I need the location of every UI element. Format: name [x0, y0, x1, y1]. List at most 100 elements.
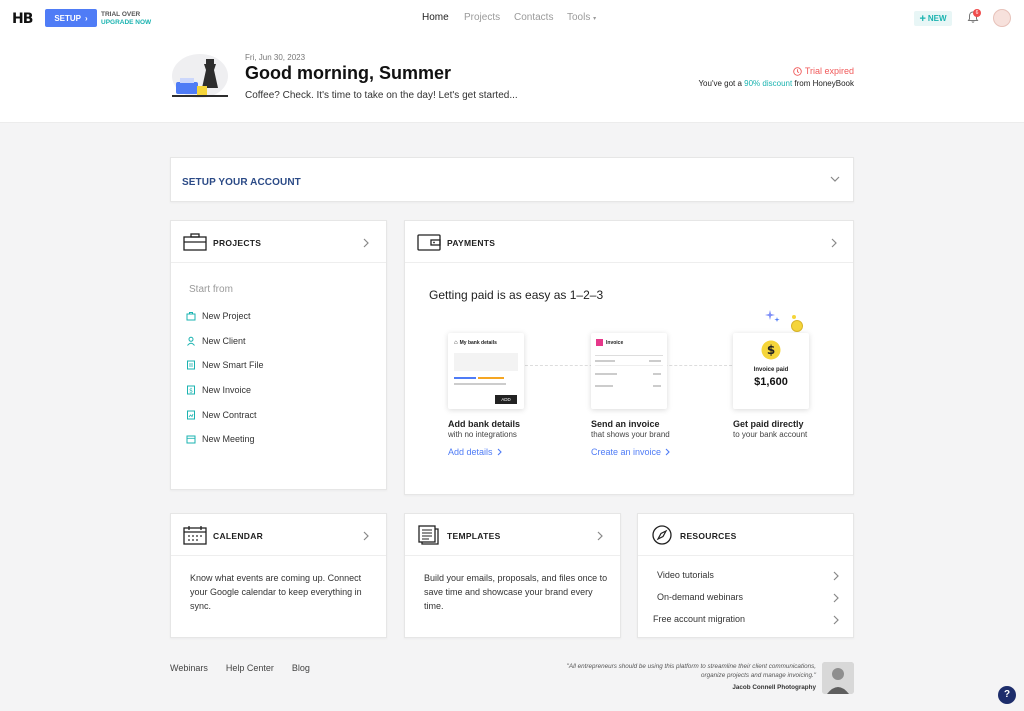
greeting-title: Good morning, Summer — [245, 63, 452, 83]
notification-badge: 6 — [973, 9, 981, 17]
chevron-right-icon — [833, 593, 839, 603]
paid-step-title: Get paid directly — [733, 419, 804, 429]
new-meeting-item[interactable]: New Meeting — [186, 432, 255, 446]
new-client-item[interactable]: New Client — [186, 334, 246, 348]
projects-title: PROJECTS — [213, 238, 262, 248]
invoice-paid-preview: $ Invoice paid $1,600 — [733, 333, 809, 409]
calendar-description: Know what events are coming up. Connect … — [190, 573, 362, 611]
trial-expired-link[interactable]: Trial expired — [793, 66, 854, 76]
user-avatar[interactable] — [993, 9, 1011, 27]
greeting-banner: Fri, Jun 30, 2023 Good morning, Summer C… — [0, 36, 1024, 123]
video-tutorials-link[interactable]: Video tutorials — [638, 570, 853, 584]
payment-step-paid: $ Invoice paid $1,600 Get paid directly … — [733, 310, 853, 439]
create-invoice-link[interactable]: Create an invoice — [591, 447, 711, 457]
resources-card: RESOURCES Video tutorials On-demand webi… — [637, 513, 854, 638]
invoice-card-title: Invoice — [606, 340, 624, 346]
caret-down-icon: ▾ — [593, 16, 597, 22]
new-smart-file-label: New Smart File — [202, 360, 264, 370]
project-icon — [186, 312, 196, 321]
chevron-right-icon — [833, 615, 839, 625]
payments-headline: Getting paid is as easy as 1–2–3 — [429, 288, 604, 302]
bank-icon: ⌂ — [454, 340, 458, 346]
trial-expired-text: Trial expired — [804, 66, 854, 76]
invoice-preview: Invoice — [591, 333, 667, 409]
bank-card-title: My bank details — [459, 340, 497, 346]
new-button[interactable]: + NEW — [914, 11, 952, 26]
top-nav: HB SETUP › TRIAL OVER UPGRADE NOW Home P… — [0, 0, 1024, 36]
templates-card-header[interactable]: TEMPLATES — [405, 514, 620, 556]
footer-links: Webinars Help Center Blog — [170, 663, 328, 673]
honeybook-logo[interactable]: HB — [12, 11, 33, 27]
chevron-right-icon[interactable] — [831, 238, 837, 248]
chevron-down-icon[interactable] — [830, 176, 840, 183]
new-smart-file-item[interactable]: New Smart File — [186, 358, 264, 372]
meeting-icon — [186, 435, 196, 444]
current-date: Fri, Jun 30, 2023 — [245, 53, 306, 62]
footer-blog-link[interactable]: Blog — [292, 663, 310, 673]
invoice-step-title: Send an invoice — [591, 419, 660, 429]
footer-webinars-link[interactable]: Webinars — [170, 663, 208, 673]
new-invoice-item[interactable]: $ New Invoice — [186, 383, 251, 397]
calendar-icon — [183, 526, 207, 545]
setup-account-title: SETUP YOUR ACCOUNT — [182, 177, 301, 188]
clock-icon — [793, 66, 802, 76]
new-button-label: NEW — [927, 14, 947, 23]
new-project-label: New Project — [202, 311, 251, 321]
create-invoice-label: Create an invoice — [591, 447, 662, 457]
chevron-right-icon — [497, 448, 502, 456]
contract-icon — [187, 410, 195, 420]
invoice-paid-label: Invoice paid — [753, 367, 789, 373]
calendar-card-header[interactable]: CALENDAR — [171, 514, 386, 556]
wallet-icon — [417, 234, 441, 251]
setup-account-card[interactable]: SETUP YOUR ACCOUNT — [170, 157, 854, 202]
new-meeting-label: New Meeting — [202, 434, 255, 444]
bank-step-title: Add bank details — [448, 419, 521, 429]
plus-icon: + — [919, 12, 926, 25]
discount-prefix: You've got a — [698, 79, 745, 88]
paid-step-subtitle: to your bank account — [733, 430, 808, 439]
calendar-title: CALENDAR — [213, 531, 264, 541]
chevron-right-icon — [665, 448, 670, 456]
payment-step-invoice: Invoice Send an invoice that shows your … — [591, 333, 711, 457]
trial-over-text: TRIAL OVER — [101, 11, 141, 18]
chevron-right-icon[interactable] — [363, 531, 369, 541]
discount-link[interactable]: 90% discount — [744, 79, 792, 88]
footer-help-center-link[interactable]: Help Center — [226, 663, 274, 673]
new-project-item[interactable]: New Project — [186, 309, 251, 323]
start-from-label: Start from — [189, 284, 233, 295]
payments-title: PAYMENTS — [447, 238, 496, 248]
free-account-migration-link[interactable]: Free account migration — [638, 614, 853, 628]
payments-card-header[interactable]: PAYMENTS — [405, 221, 853, 263]
resources-title: RESOURCES — [680, 531, 737, 541]
setup-button[interactable]: SETUP › — [45, 9, 97, 27]
svg-text:$: $ — [767, 343, 775, 357]
on-demand-webinars-label: On-demand webinars — [657, 592, 744, 602]
bank-step-subtitle: with no integrations — [448, 430, 517, 439]
help-button[interactable]: ? — [998, 686, 1016, 704]
discount-notice: You've got a 90% discount from HoneyBook — [698, 79, 854, 88]
coin-icon — [791, 315, 803, 332]
free-account-migration-label: Free account migration — [653, 614, 746, 624]
on-demand-webinars-link[interactable]: On-demand webinars — [638, 592, 853, 606]
video-tutorials-label: Video tutorials — [657, 570, 714, 580]
chevron-right-icon[interactable] — [597, 531, 603, 541]
projects-card-header[interactable]: PROJECTS — [171, 221, 386, 263]
nav-tools[interactable]: Tools ▾ — [567, 12, 596, 23]
new-client-label: New Client — [202, 336, 246, 346]
upgrade-now-link[interactable]: UPGRADE NOW — [101, 19, 151, 27]
chevron-right-icon — [833, 571, 839, 581]
add-details-link[interactable]: Add details — [448, 447, 568, 457]
testimonial-author: Jacob Connell Photography — [732, 684, 816, 691]
nav-projects[interactable]: Projects — [464, 12, 500, 23]
testimonial-photo — [822, 662, 854, 694]
chevron-right-icon[interactable] — [363, 238, 369, 248]
payments-card: PAYMENTS Getting paid is as easy as 1–2–… — [404, 220, 854, 495]
client-icon — [187, 336, 195, 346]
compass-icon — [652, 525, 672, 545]
testimonial-quote: "All entrepreneurs should be using this … — [566, 663, 816, 679]
nav-home[interactable]: Home — [422, 12, 449, 23]
new-contract-item[interactable]: New Contract — [186, 408, 257, 422]
nav-contacts[interactable]: Contacts — [514, 12, 553, 23]
coffee-illustration-icon — [172, 54, 228, 98]
bank-details-preview: ⌂ My bank details ADD — [448, 333, 524, 409]
